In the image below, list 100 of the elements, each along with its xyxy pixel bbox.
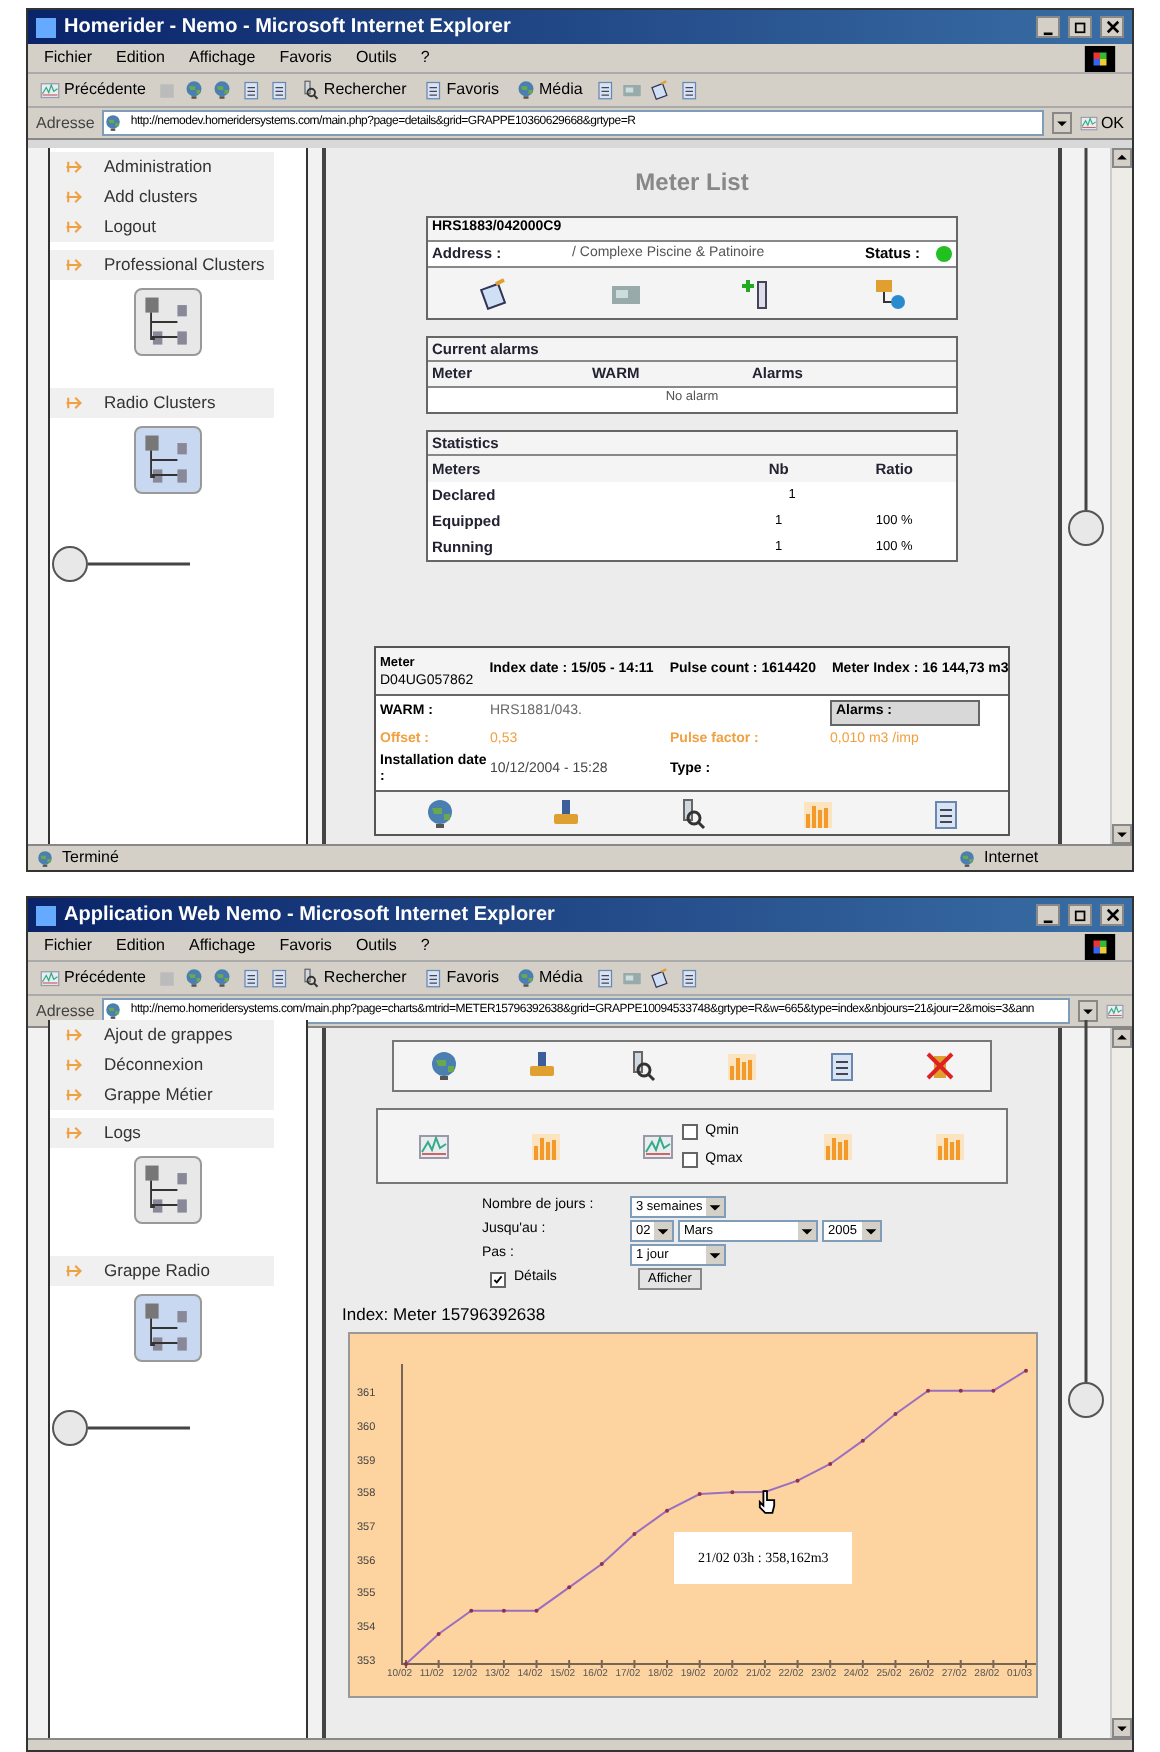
globe-icon[interactable] [427,1050,460,1082]
data-point [500,1608,505,1613]
menu-item[interactable]: Edition [116,934,165,958]
toolbar-button[interactable]: Précédente [36,78,150,102]
toolbar-button[interactable]: Rechercher [295,966,411,990]
sidebar-item[interactable]: Grappe Radio [50,1256,274,1286]
data-point [827,1461,832,1466]
checkbox[interactable] [490,1271,506,1287]
sidebar-item[interactable]: Administration [50,152,274,182]
window-title: Application Web Nemo - Microsoft Internet Explorer [64,902,557,930]
menu-item[interactable]: Fichier [44,934,93,958]
go-button[interactable]: OK [1080,111,1124,135]
data-point [925,1388,930,1393]
menu-item[interactable]: Outils [355,934,397,958]
scroll-up-icon[interactable] [1112,1028,1132,1048]
hand-cursor-icon [757,1487,776,1516]
close-icon [1105,20,1119,34]
data-point [533,1608,538,1613]
scrollbar[interactable] [1110,1028,1132,1738]
cluster-picture-icon[interactable] [134,426,202,494]
connector-node-drawing [50,1408,190,1448]
sidebar-item[interactable]: Ajout de grappes [50,1020,274,1050]
maximize-button[interactable] [1068,16,1092,38]
sidebar-item[interactable]: Logs [50,1118,274,1148]
cluster-picture-icon[interactable] [134,1294,202,1362]
scroll-down-icon[interactable] [1112,1718,1132,1738]
cluster-picture-icon[interactable] [134,1156,202,1224]
toolbar-button[interactable]: Rechercher [295,78,411,102]
minimize-button[interactable] [1036,904,1060,926]
maximize-button[interactable] [1068,904,1092,926]
edit-icon[interactable] [650,968,671,988]
scroll-down-icon[interactable] [1112,824,1132,844]
menu-item[interactable]: Affichage [188,46,256,70]
close-icon [1105,908,1119,922]
address-label: Adresse [36,999,95,1023]
toolbar-button[interactable]: Favoris [418,78,504,102]
search-icon [299,80,320,100]
toolbar-button[interactable]: Précédente [36,966,150,990]
data-point [664,1508,669,1513]
edit-document-icon[interactable] [478,277,510,309]
data-point [859,1438,864,1443]
data-point [696,1491,701,1496]
close-button[interactable] [1100,16,1124,38]
data-point [566,1584,571,1589]
menu-item[interactable]: Favoris [279,46,332,70]
export-icon[interactable] [874,277,906,309]
menu-item[interactable]: ? [420,934,430,958]
restore-icon [1073,20,1087,34]
line-chart-icon[interactable] [641,1130,674,1162]
connector-node-drawing [50,544,190,584]
sidebar-item[interactable]: Déconnexion [50,1050,274,1080]
crossed-out-icon[interactable] [924,1050,957,1082]
data-point [729,1489,734,1494]
toolbar-button[interactable]: Média [511,966,587,990]
data-point [794,1478,799,1483]
toolbar-button[interactable]: Favoris [418,966,504,990]
sidebar-item[interactable]: Professional Clusters [50,250,274,280]
checkbox[interactable] [681,1124,698,1141]
sidebar-item[interactable]: Add clusters [50,182,274,212]
sidebar-item[interactable]: Grappe Métier [50,1080,274,1110]
restore-icon [1073,908,1087,922]
valve-icon[interactable] [526,1050,559,1082]
browser-icon [36,17,56,37]
window-title: Homerider - Nemo - Microsoft Internet Explorer [64,14,513,42]
sidebar-item[interactable]: Logout [50,212,274,242]
scroll-up-icon[interactable] [1112,148,1132,168]
chart-title: Index: Meter 15796392638 [342,1302,546,1328]
menu-item[interactable]: Edition [116,46,165,70]
data-point [435,1631,440,1636]
minimize-button[interactable] [1036,16,1060,38]
valve-icon[interactable] [549,797,582,829]
menu-item[interactable]: Fichier [44,46,93,70]
menu-item[interactable]: Outils [355,46,397,70]
data-point [598,1561,603,1566]
globe-icon[interactable] [423,797,456,829]
internet-zone-icon [958,849,976,867]
menu-item[interactable]: Affichage [188,934,256,958]
line-chart-icon[interactable] [417,1130,450,1162]
menu-item[interactable]: Favoris [279,934,332,958]
address-label: Adresse [36,111,95,135]
zone-text: Internet [984,846,1041,870]
windows-logo-icon [1084,933,1116,959]
data-point [957,1388,962,1393]
page-title: Meter List [635,166,749,200]
cluster-picture-icon[interactable] [134,288,202,356]
data-point [990,1388,995,1393]
close-button[interactable] [1100,904,1124,926]
browser-icon [36,905,56,925]
edit-icon[interactable] [650,80,671,100]
status-text: Terminé [62,846,121,870]
search-icon [299,968,320,988]
checkbox[interactable] [681,1151,698,1168]
data-point [631,1531,636,1536]
menu-item[interactable]: ? [420,46,430,70]
data-point [468,1608,473,1613]
toolbar-button[interactable]: Média [511,78,587,102]
data-point [892,1411,897,1416]
windows-logo-icon [1084,45,1116,71]
sidebar-item[interactable]: Radio Clusters [50,388,274,418]
scrollbar[interactable] [1110,148,1132,844]
